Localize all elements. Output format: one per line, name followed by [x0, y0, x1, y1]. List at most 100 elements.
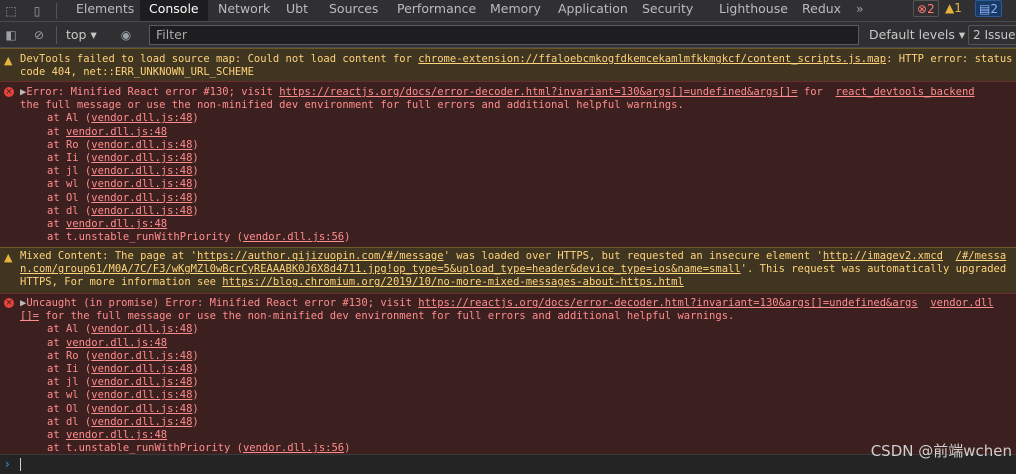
- messages-badge[interactable]: ▤2: [975, 0, 1002, 17]
- warning-count: 1: [954, 1, 962, 15]
- console-warning-message: ▲ Mixed Content: The page at 'https://aut…: [0, 247, 1016, 293]
- eye-icon[interactable]: ◉: [117, 26, 135, 44]
- context-label: top: [66, 27, 87, 42]
- stack-frame-text: ): [192, 191, 199, 204]
- message-link[interactable]: react_devtools_backend: [836, 86, 975, 98]
- stack-frame-link[interactable]: vendor.dll.js:48: [66, 218, 167, 230]
- sidebar-toggle-icon[interactable]: ◧: [2, 26, 20, 44]
- stack-frame-link[interactable]: vendor.dll.js:56: [243, 231, 344, 243]
- stack-frame: at jl (vendor.dll.js:48): [20, 376, 199, 389]
- message-link[interactable]: https://blog.chromium.org/2019/10/no-mor…: [222, 276, 683, 288]
- stack-frame-link[interactable]: vendor.dll.js:48: [66, 337, 167, 349]
- device-toolbar-icon[interactable]: ▯: [28, 2, 46, 20]
- filter-input[interactable]: Filter: [149, 25, 859, 45]
- tab-security[interactable]: Security: [642, 0, 693, 21]
- inspect-element-icon[interactable]: ⬚: [2, 2, 20, 20]
- error-count-badge[interactable]: ⊗2: [913, 0, 939, 17]
- stack-frame-text: ): [192, 402, 199, 415]
- stack-frame-text: at Ii (: [47, 363, 92, 375]
- stack-frame: at Al (vendor.dll.js:48): [20, 112, 199, 125]
- stack-frame-text: at Al (: [47, 112, 92, 125]
- log-levels-label: Default levels: [869, 27, 955, 42]
- context-selector[interactable]: top ▾: [66, 26, 97, 44]
- message-link[interactable]: https://author.qijizuopin.com/#/message: [197, 250, 444, 262]
- stack-frame-link[interactable]: vendor.dll.js:48: [91, 403, 192, 415]
- stack-frame-text: ): [192, 165, 199, 178]
- stack-frame-link[interactable]: vendor.dll.js:48: [91, 178, 192, 190]
- stack-frame: at Al (vendor.dll.js:48): [20, 323, 199, 336]
- tab-sources[interactable]: Sources: [329, 0, 378, 21]
- tab-ubt[interactable]: Ubt: [286, 0, 308, 21]
- tab-application[interactable]: Application: [558, 0, 628, 21]
- stack-frame-link[interactable]: vendor.dll.js:48: [91, 416, 192, 428]
- message-text-line: []= for the full message or use the non-…: [20, 310, 734, 323]
- console-error-message: × ▶Uncaught (in promise) Error: Minified …: [0, 293, 1016, 459]
- stack-frame-text: at t.unstable_runWithPriority (: [47, 442, 243, 455]
- stack-frame-link[interactable]: vendor.dll.js:48: [66, 429, 167, 441]
- stack-frame-link[interactable]: vendor.dll.js:48: [91, 389, 192, 401]
- stack-frame-link[interactable]: vendor.dll.js:48: [91, 152, 192, 164]
- message-text-line: HTTPS, For more information see https://…: [20, 276, 684, 289]
- message-text: Mixed Content: The page at ': [20, 250, 198, 262]
- stack-frame-link[interactable]: vendor.dll.js:48: [91, 376, 192, 388]
- stack-frame-text: ): [192, 389, 199, 402]
- stack-frame-link[interactable]: vendor.dll.js:48: [91, 205, 192, 217]
- message-text-line: the full message or use the non-minified…: [20, 99, 684, 112]
- tab-redux[interactable]: Redux: [802, 0, 841, 21]
- stack-frame-link[interactable]: vendor.dll.js:48: [91, 139, 192, 151]
- message-link[interactable]: vendor.dll: [930, 297, 993, 309]
- stack-frame-text: ): [344, 442, 351, 455]
- stack-frame: at t.unstable_runWithPriority (vendor.dl…: [20, 231, 350, 244]
- console-prompt[interactable]: ›: [0, 454, 1016, 474]
- stack-frame-link[interactable]: vendor.dll.js:48: [91, 112, 192, 124]
- stack-frame-text: ): [192, 363, 199, 375]
- tab-lighthouse[interactable]: Lighthouse: [719, 0, 788, 21]
- stack-frame-text: ): [192, 349, 199, 362]
- stack-frame-link[interactable]: vendor.dll.js:56: [243, 442, 344, 454]
- tab-console[interactable]: Console: [140, 0, 208, 21]
- error-count: 2: [927, 2, 935, 16]
- warning-icon: ▲: [4, 251, 13, 264]
- stack-frame-text: at Ro (: [47, 138, 92, 151]
- tab-elements[interactable]: Elements: [76, 0, 134, 21]
- log-levels-dropdown[interactable]: Default levels ▾: [869, 26, 965, 44]
- message-text: '. This request was automatically upgrad…: [740, 263, 1007, 276]
- message-link[interactable]: /#/messa: [956, 250, 1007, 262]
- message-link[interactable]: https://reactjs.org/docs/error-decoder.h…: [279, 86, 797, 98]
- stack-frame-text: at jl (: [47, 165, 92, 178]
- stack-frame-link[interactable]: vendor.dll.js:48: [91, 323, 192, 335]
- stack-frame-link[interactable]: vendor.dll.js:48: [91, 350, 192, 362]
- tab-network[interactable]: Network: [218, 0, 270, 21]
- stack-frame-link[interactable]: vendor.dll.js:48: [66, 126, 167, 138]
- stack-frame-text: at Al (: [47, 323, 92, 336]
- prompt-caret-icon: ›: [5, 457, 10, 471]
- stack-frame-link[interactable]: vendor.dll.js:48: [91, 363, 192, 375]
- message-link[interactable]: https://reactjs.org/docs/error-decoder.h…: [418, 297, 917, 309]
- stack-frame-text: ): [192, 152, 199, 164]
- issues-button[interactable]: 2 Issue: [968, 25, 1016, 45]
- error-icon: ×: [4, 87, 14, 97]
- stack-frame: at wl (vendor.dll.js:48): [20, 389, 199, 402]
- clear-console-icon[interactable]: ⊘: [30, 26, 48, 44]
- message-text: Error: Minified React error #130; visit: [26, 86, 280, 98]
- warning-count-badge[interactable]: ▲1: [942, 0, 965, 17]
- message-text: DevTools failed to load source map: Coul…: [20, 53, 419, 65]
- stack-frame: at Ii (vendor.dll.js:48): [20, 363, 199, 376]
- more-tabs-button[interactable]: »: [856, 0, 864, 21]
- stack-frame-text: at jl (: [47, 376, 92, 389]
- warning-icon: ▲: [4, 54, 13, 67]
- stack-frame-link[interactable]: vendor.dll.js:48: [91, 192, 192, 204]
- message-text: ' was loaded over HTTPS, but requested a…: [443, 250, 823, 262]
- stack-frame: at Ol (vendor.dll.js:48): [20, 192, 199, 205]
- stack-frame: at Ii (vendor.dll.js:48): [20, 152, 199, 165]
- tab-memory[interactable]: Memory: [490, 0, 541, 21]
- tab-performance[interactable]: Performance: [397, 0, 476, 21]
- message-link[interactable]: chrome-extension://ffaloebcmkogfdkemceka…: [418, 53, 886, 65]
- message-link[interactable]: http://imagev2.xmcd: [823, 250, 943, 262]
- stack-frame-text: ): [344, 231, 351, 244]
- stack-frame: at vendor.dll.js:48: [20, 218, 167, 231]
- stack-frame-link[interactable]: vendor.dll.js:48: [91, 165, 192, 177]
- message-link[interactable]: []=: [20, 310, 39, 322]
- error-icon: ⊗: [917, 2, 928, 16]
- message-link[interactable]: n.com/group61/M0A/7C/F3/wKgMZl0wBcrCyREA…: [20, 263, 741, 275]
